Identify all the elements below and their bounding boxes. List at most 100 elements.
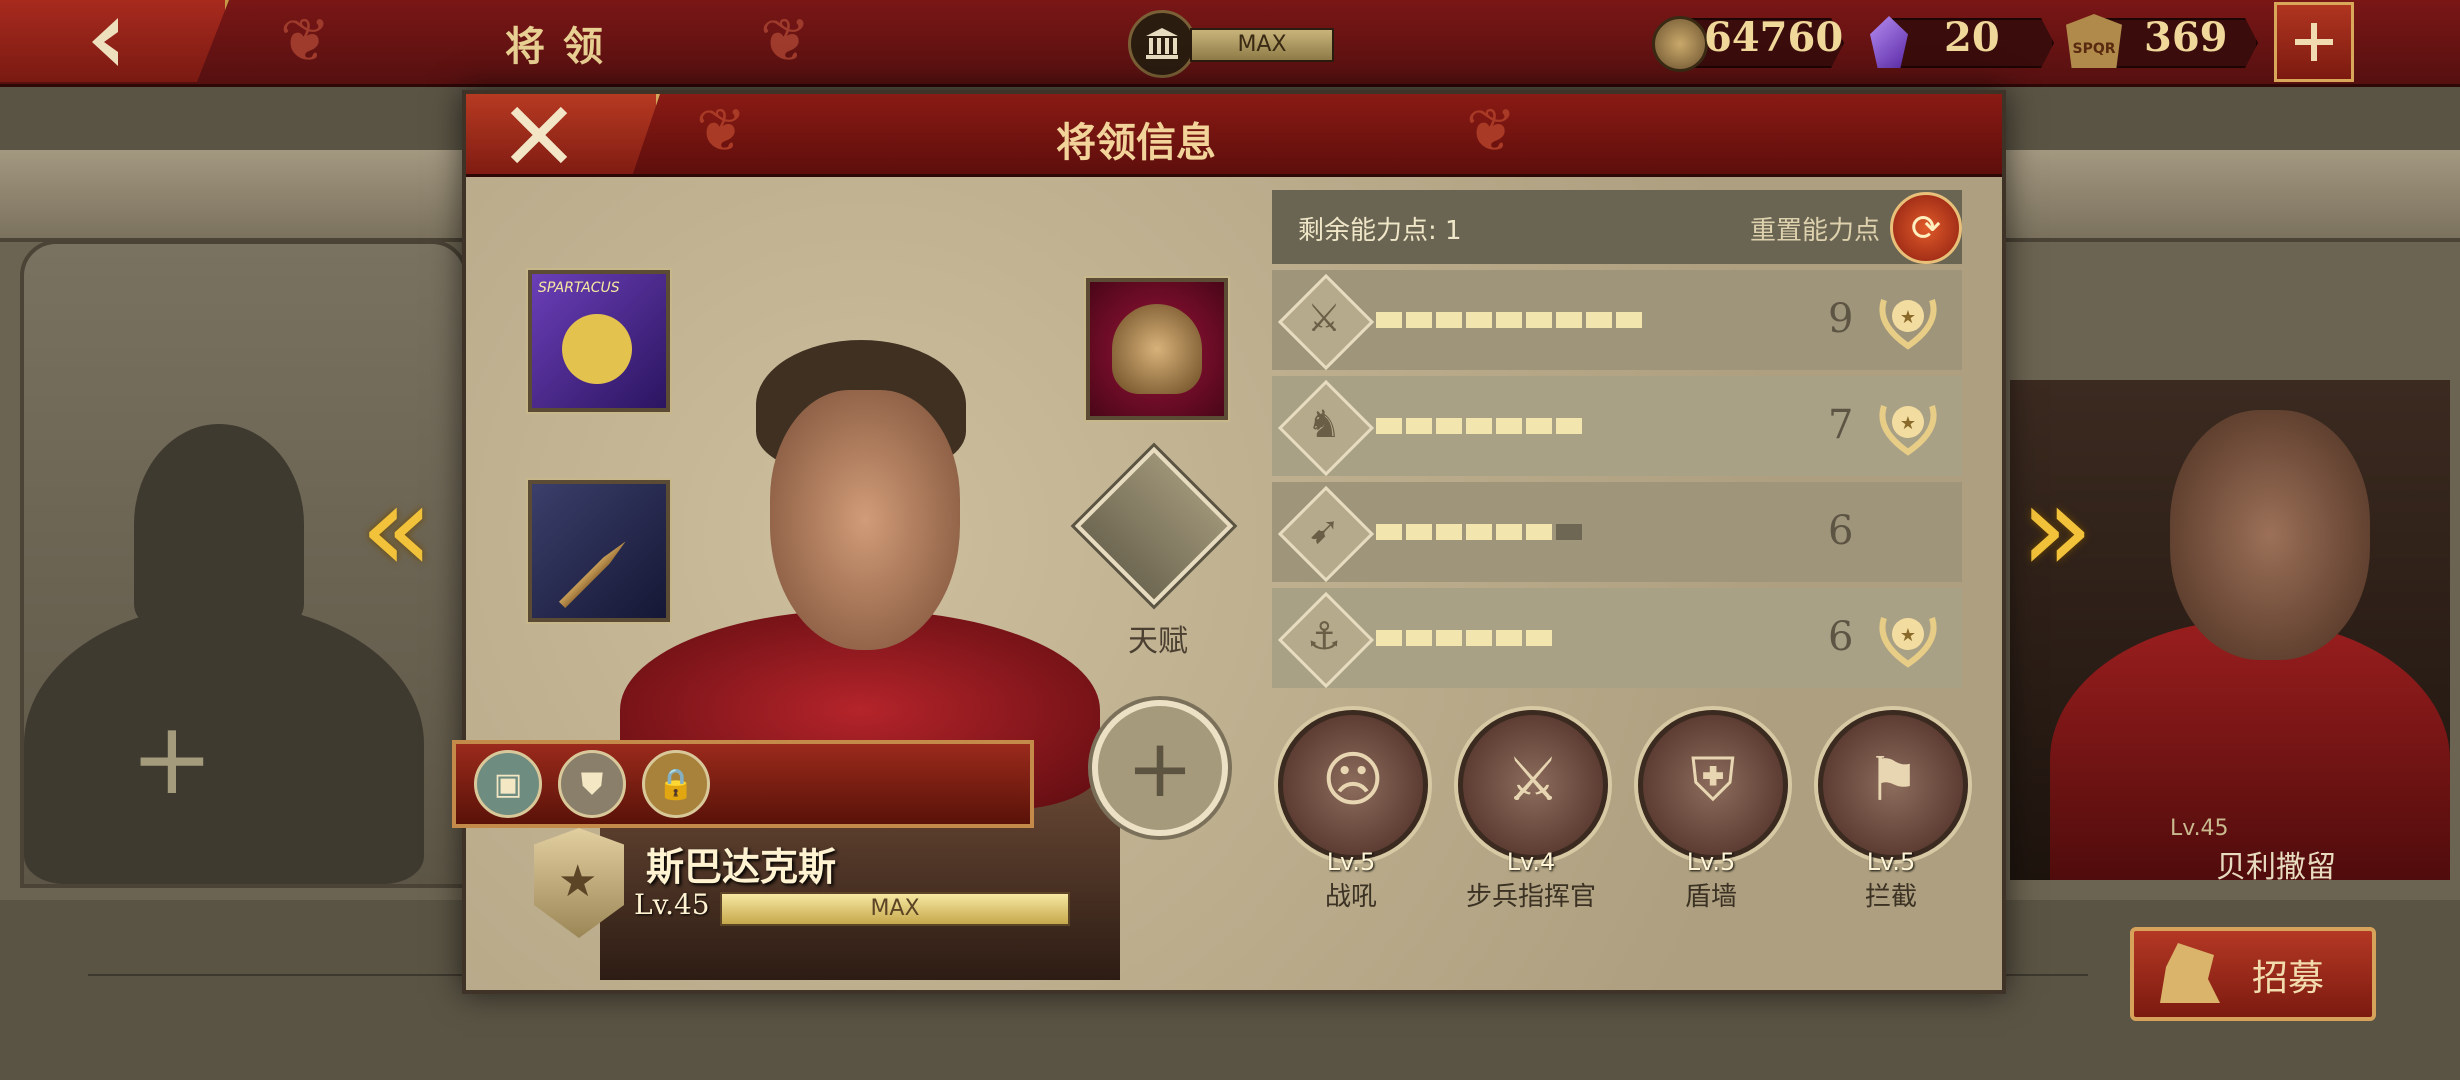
next-general-arrow-icon[interactable]: » — [2020, 460, 2093, 599]
coin-value: 64760 — [1704, 14, 1844, 61]
stat-bar-segment — [1466, 418, 1492, 434]
stat-value-archery: 6 — [1828, 508, 1854, 554]
stat-bar-segment — [1406, 630, 1432, 646]
rank-laurel-icon: ★ — [1879, 405, 1937, 456]
stat-value-naval: 6 — [1828, 614, 1854, 660]
spqr-badge-icon: SPQR — [2066, 14, 2122, 68]
skill-shield-wall[interactable]: ⛨ Lv.5 盾墙 — [1638, 710, 1788, 912]
honor-resource[interactable]: SPQR 369 — [2066, 10, 2258, 74]
recruit-button[interactable]: 招募 — [2130, 927, 2376, 1021]
laurel-left-icon: ❦ — [696, 96, 747, 166]
laurel-right-icon: ❦ — [760, 6, 811, 76]
remaining-points-text: 剩余能力点: — [1298, 216, 1437, 246]
skill-name: 盾墙 — [1684, 882, 1737, 912]
stat-value-cavalry: 7 — [1828, 402, 1854, 448]
sword-icon: ⚔ — [1306, 296, 1342, 340]
skill-infantry-commander[interactable]: ⚔ Lv.4 步兵指挥官 — [1458, 710, 1608, 912]
laurel-right-icon: ❦ — [1466, 96, 1517, 166]
castle-level-indicator[interactable]: MAX — [1128, 10, 1334, 78]
stat-bar-segment — [1496, 630, 1522, 646]
dialog-header: ❦ 将领信息 ❦ — [466, 94, 2002, 177]
lock-icon[interactable]: 🔒 — [642, 750, 710, 818]
skill-war-cry[interactable]: ☹ Lv.5 战吼 — [1278, 710, 1428, 912]
general-trait-strip: ▣ ⛊ 🔒 — [452, 740, 1034, 828]
stat-bar-segment — [1466, 524, 1492, 540]
stat-bar-segment — [1556, 524, 1582, 540]
intercept-icon: ⚑ — [1818, 710, 1968, 860]
remaining-points-label: 剩余能力点: 1 — [1298, 210, 1462, 247]
back-button[interactable] — [0, 0, 229, 82]
shield-trait-icon[interactable]: ⛊ — [558, 750, 626, 818]
stat-bar-segment — [1466, 630, 1492, 646]
stat-bar-segment — [1436, 418, 1462, 434]
close-button[interactable] — [466, 94, 660, 174]
coin-resource[interactable]: 64760 — [1652, 10, 1844, 74]
remaining-points-value: 1 — [1445, 216, 1462, 246]
rank-laurel-icon: ★ — [1879, 617, 1937, 668]
coin-icon — [1652, 16, 1708, 72]
dialog-title: 将领信息 — [1056, 120, 1216, 166]
plus-icon — [2295, 23, 2333, 61]
silhouette-body — [24, 604, 424, 884]
talent-button[interactable]: 天赋 — [1074, 446, 1234, 659]
stat-bar-segment — [1436, 312, 1462, 328]
back-arrow-icon — [92, 18, 118, 66]
skill-level: Lv.5 — [1326, 848, 1376, 876]
stat-row-naval: ⚓ 6 ★ — [1272, 588, 1962, 689]
skill-level: Lv.5 — [1866, 848, 1916, 876]
stat-bar-segment — [1406, 524, 1432, 540]
experience-label: MAX — [870, 896, 920, 921]
gem-resource[interactable]: 20 — [1862, 10, 2054, 74]
reset-points-button[interactable]: ⟳ — [1890, 192, 1962, 264]
talent-helmet-icon — [1074, 446, 1234, 606]
skill-level: Lv.4 — [1506, 848, 1556, 876]
stat-bar-segment — [1526, 630, 1552, 646]
add-trait-button[interactable]: + — [1092, 700, 1228, 836]
svg-text:★: ★ — [1900, 413, 1916, 434]
stat-bar-segment — [1406, 418, 1432, 434]
stat-bar-segment — [1556, 312, 1582, 328]
recruit-label: 招募 — [2252, 958, 2325, 999]
skill-name: 战吼 — [1324, 882, 1377, 912]
next-general-name: 贝利撒留 — [2216, 850, 2336, 885]
refresh-icon: ⟳ — [1910, 207, 1942, 249]
laurel-left-icon: ❦ — [280, 6, 331, 76]
add-resource-button[interactable] — [2274, 2, 2354, 82]
rank-laurel-icon: ★ — [1879, 299, 1937, 350]
experience-bar: MAX — [720, 892, 1070, 926]
talent-label: 天赋 — [1128, 624, 1188, 659]
stat-row-attack: ⚔ 9 ★ — [1272, 270, 1962, 371]
stat-bar-segment — [1376, 418, 1402, 434]
skill-name: 拦截 — [1864, 882, 1917, 912]
screen-title: 将领 — [505, 24, 621, 70]
stat-bar-segment — [1616, 312, 1642, 328]
stat-value-attack: 9 — [1828, 296, 1854, 342]
honor-value: 369 — [2144, 14, 2228, 61]
skill-intercept[interactable]: ⚑ Lv.5 拦截 — [1818, 710, 1968, 912]
stat-bar-segment — [1406, 312, 1432, 328]
stat-bar-segment — [1376, 312, 1402, 328]
helmet-plus-icon — [2160, 943, 2220, 1003]
previous-general-arrow-icon[interactable]: « — [360, 460, 433, 599]
skill-name: 步兵指挥官 — [1465, 882, 1596, 912]
gem-value: 20 — [1944, 14, 2000, 61]
next-general-portrait[interactable] — [2010, 380, 2450, 880]
legion-banner-icon[interactable]: ▣ — [474, 750, 542, 818]
stat-row-archery: ➹ 6 — [1272, 482, 1962, 583]
stat-bar-segment — [1586, 312, 1612, 328]
silhouette-head — [134, 424, 304, 624]
svg-text:★: ★ — [1900, 307, 1916, 328]
reset-points-label: 重置能力点 — [1750, 216, 1881, 246]
general-name: 斯巴达克斯 — [646, 845, 837, 889]
add-general-icon[interactable]: + — [130, 700, 214, 817]
horse-icon: ♞ — [1306, 402, 1342, 446]
ability-points-bar: 剩余能力点: 1 重置能力点 ⟳ — [1272, 190, 1962, 264]
next-general-level: Lv.45 — [2170, 816, 2229, 841]
bow-icon: ➹ — [1308, 508, 1340, 552]
crossed-swords-icon: ⚔ — [1458, 710, 1608, 860]
banner-text: SPARTACUS — [538, 280, 620, 296]
svg-text:★: ★ — [1900, 625, 1916, 646]
stat-bar-segment — [1436, 630, 1462, 646]
stat-bar-segment — [1436, 524, 1462, 540]
stat-bar-segment — [1496, 312, 1522, 328]
